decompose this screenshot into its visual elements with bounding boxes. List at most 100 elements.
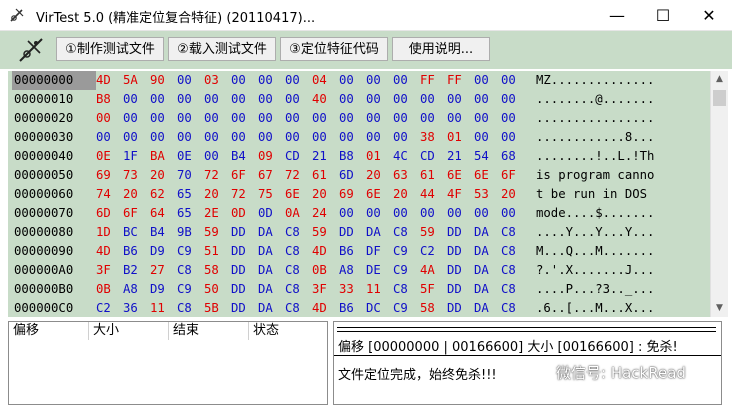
hex-byte[interactable]: B8	[339, 147, 366, 166]
hex-byte[interactable]: 00	[447, 109, 474, 128]
hex-byte[interactable]: DC	[366, 299, 393, 317]
hex-byte[interactable]: 63	[393, 166, 420, 185]
hex-byte[interactable]: 00	[474, 71, 501, 90]
hex-byte[interactable]: 5A	[123, 71, 150, 90]
hex-byte[interactable]: C8	[285, 223, 312, 242]
hex-byte[interactable]: DD	[231, 299, 258, 317]
hex-byte[interactable]: DD	[231, 242, 258, 261]
hex-byte[interactable]: 00	[231, 128, 258, 147]
hex-byte[interactable]: 00	[123, 90, 150, 109]
hex-byte[interactable]: 44	[420, 185, 447, 204]
hex-byte[interactable]: 5F	[420, 280, 447, 299]
hex-byte[interactable]: 00	[285, 109, 312, 128]
hex-byte[interactable]: 00	[204, 147, 231, 166]
hex-byte[interactable]: 00	[123, 109, 150, 128]
hex-byte[interactable]: DD	[447, 261, 474, 280]
hex-byte[interactable]: 4D	[96, 71, 123, 90]
hex-byte[interactable]: 00	[177, 90, 204, 109]
hex-byte[interactable]: DA	[474, 299, 501, 317]
hex-byte[interactable]: 6D	[96, 204, 123, 223]
hex-byte[interactable]: BA	[150, 147, 177, 166]
hex-byte[interactable]: C8	[501, 223, 528, 242]
hex-byte[interactable]: 11	[150, 299, 177, 317]
hex-byte[interactable]: DA	[258, 223, 285, 242]
hex-byte[interactable]: CD	[420, 147, 447, 166]
hex-byte[interactable]: DA	[474, 280, 501, 299]
hex-byte[interactable]: C8	[285, 242, 312, 261]
hex-byte[interactable]: 67	[258, 166, 285, 185]
scroll-up-icon[interactable]: ▲	[711, 71, 728, 88]
hex-byte[interactable]: 11	[366, 280, 393, 299]
hex-byte[interactable]: B6	[339, 242, 366, 261]
hex-byte[interactable]: 73	[123, 166, 150, 185]
hex-byte[interactable]: 21	[312, 147, 339, 166]
hex-byte[interactable]: B4	[150, 223, 177, 242]
hex-byte[interactable]: 4D	[96, 242, 123, 261]
hex-byte[interactable]: 00	[177, 109, 204, 128]
hex-byte[interactable]: C8	[393, 223, 420, 242]
hex-byte[interactable]: DA	[258, 242, 285, 261]
hex-byte[interactable]: 6F	[123, 204, 150, 223]
hex-byte[interactable]: DA	[258, 280, 285, 299]
hex-byte[interactable]: 00	[204, 90, 231, 109]
hex-byte[interactable]: 00	[258, 90, 285, 109]
hex-byte[interactable]: 6F	[231, 166, 258, 185]
hex-viewer[interactable]: 00000000 00000010 00000020 00000030 00000040…	[8, 71, 728, 317]
hex-byte[interactable]: C9	[393, 299, 420, 317]
hex-byte[interactable]: DE	[366, 261, 393, 280]
hex-byte[interactable]: 00	[366, 109, 393, 128]
hex-byte[interactable]: C2	[96, 299, 123, 317]
hex-byte[interactable]: 00	[150, 109, 177, 128]
hex-byte[interactable]: 00	[501, 204, 528, 223]
hex-byte[interactable]: 0A	[285, 204, 312, 223]
hex-byte[interactable]: C8	[177, 261, 204, 280]
hex-byte[interactable]: 69	[96, 166, 123, 185]
hex-byte[interactable]: 00	[501, 90, 528, 109]
hex-byte[interactable]: DD	[447, 280, 474, 299]
hex-byte[interactable]: 59	[420, 223, 447, 242]
hex-byte[interactable]: 0D	[258, 204, 285, 223]
hex-byte[interactable]: 00	[339, 109, 366, 128]
hex-byte[interactable]: 3F	[96, 261, 123, 280]
make-test-file-button[interactable]: ①制作测试文件	[56, 37, 164, 61]
hex-byte[interactable]: 00	[474, 109, 501, 128]
hex-byte[interactable]: 00	[366, 71, 393, 90]
hex-byte[interactable]: 00	[231, 109, 258, 128]
hex-byte[interactable]: 36	[123, 299, 150, 317]
hex-byte[interactable]: 00	[258, 71, 285, 90]
hex-byte[interactable]: 33	[339, 280, 366, 299]
load-test-file-button[interactable]: ②载入测试文件	[168, 37, 276, 61]
hex-byte[interactable]: 00	[393, 109, 420, 128]
hex-byte[interactable]: 20	[204, 185, 231, 204]
hex-byte[interactable]: 6E	[474, 166, 501, 185]
hex-byte[interactable]: 00	[177, 71, 204, 90]
hex-byte[interactable]: 68	[501, 147, 528, 166]
hex-byte[interactable]: C8	[285, 261, 312, 280]
hex-byte[interactable]: 00	[285, 128, 312, 147]
help-button[interactable]: 使用说明...	[392, 37, 490, 61]
hex-byte[interactable]: C8	[501, 242, 528, 261]
hex-byte[interactable]: 69	[339, 185, 366, 204]
hex-byte[interactable]: 09	[258, 147, 285, 166]
hex-byte[interactable]: 4F	[447, 185, 474, 204]
hex-byte[interactable]: 00	[366, 204, 393, 223]
hex-byte[interactable]: 00	[366, 128, 393, 147]
hex-byte[interactable]: FF	[420, 71, 447, 90]
hex-byte[interactable]: DD	[447, 299, 474, 317]
hex-byte[interactable]: 6E	[447, 166, 474, 185]
hex-byte[interactable]: 72	[204, 166, 231, 185]
hex-byte[interactable]: 74	[96, 185, 123, 204]
hex-byte[interactable]: 53	[474, 185, 501, 204]
locate-signature-button[interactable]: ③定位特征代码	[280, 37, 388, 61]
hex-byte[interactable]: 64	[150, 204, 177, 223]
hex-byte[interactable]: 65	[177, 204, 204, 223]
hex-byte[interactable]: 04	[312, 71, 339, 90]
hex-byte[interactable]: 50	[204, 280, 231, 299]
hex-byte[interactable]: B4	[231, 147, 258, 166]
hex-byte[interactable]: C9	[177, 242, 204, 261]
hex-byte[interactable]: 2E	[204, 204, 231, 223]
hex-byte[interactable]: 00	[339, 90, 366, 109]
minimize-button[interactable]: —	[594, 0, 640, 30]
hex-byte[interactable]: 00	[501, 109, 528, 128]
hex-byte[interactable]: B6	[339, 299, 366, 317]
